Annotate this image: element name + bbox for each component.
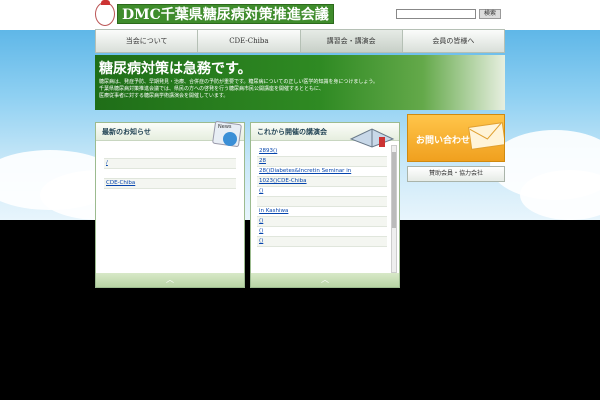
news-panel: 最新のお知らせ News / CDE-Chiba ︿ [95, 121, 245, 288]
envelope-icon [468, 122, 504, 150]
events-scroll-up-button[interactable]: ︿ [251, 273, 399, 287]
events-panel: これから開催の講演会 2893() 28 28()Diabetes&Incret… [250, 122, 400, 288]
hero-line: 医療従事者に対する糖尿病学術講演会を開催しています。 [99, 93, 229, 99]
search-button[interactable]: 検索 [479, 9, 501, 19]
nav-item-members[interactable]: 会員の皆様へ [403, 30, 504, 52]
event-item[interactable]: () [257, 227, 387, 237]
event-item[interactable]: 28 [257, 157, 387, 167]
hero-line: 糖尿病は、発症予防、早期発見・治療、合併症の予防が重要です。糖尿病についての正し… [99, 79, 379, 85]
contact-label: お問い合わせ [416, 136, 471, 146]
logo-text: DMC千葉県糖尿病対策推進会議 [117, 4, 334, 24]
contact-button[interactable]: お問い合わせ [407, 114, 505, 162]
search-input[interactable] [396, 9, 476, 19]
site-logo[interactable]: DMC千葉県糖尿病対策推進会議 [95, 0, 334, 26]
events-scroll-thumb[interactable] [392, 152, 396, 228]
news-badge: News [218, 124, 232, 130]
sponsor-link[interactable]: 賛助会員・協力会社 [407, 166, 505, 182]
news-scroll-up-button[interactable]: ︿ [96, 273, 244, 287]
nav-item-seminars[interactable]: 講習会・講演会 [300, 30, 403, 52]
event-item[interactable]: () [257, 217, 387, 227]
news-item[interactable] [104, 149, 236, 159]
main-nav: 当会について CDE-Chiba 講習会・講演会 会員の皆様へ [95, 29, 505, 53]
hero-title: 糖尿病対策は急務です。 [99, 61, 252, 77]
event-item[interactable]: () [257, 237, 387, 247]
hero-text: 糖尿病は、発症予防、早期発見・治療、合併症の予防が重要です。糖尿病についての正し… [99, 79, 449, 100]
event-item[interactable]: () [257, 187, 387, 197]
hero-banner: 糖尿病対策は急務です。 糖尿病は、発症予防、早期発見・治療、合併症の予防が重要で… [95, 55, 505, 110]
news-item[interactable]: CDE-Chiba [104, 179, 236, 189]
news-item[interactable]: / [104, 159, 236, 169]
events-scrollbar[interactable] [391, 145, 397, 273]
hero-line: 千葉県糖尿病対策推進会議では、県民の方への啓発を行う糖尿病市民公開講座を開催する… [99, 86, 324, 92]
nav-item-cde-chiba[interactable]: CDE-Chiba [198, 30, 301, 52]
news-item[interactable] [104, 169, 236, 179]
book-icon [349, 128, 395, 148]
event-item[interactable]: 1023()CDE-Chiba [257, 177, 387, 187]
mascot-icon [95, 0, 115, 26]
event-item[interactable]: in Kashiwa [257, 207, 387, 217]
event-item[interactable] [257, 197, 387, 207]
event-item[interactable]: 28()Diabetes&Incretin Seminar in [257, 167, 387, 177]
nav-item-about[interactable]: 当会について [96, 30, 199, 52]
news-icon: News [212, 121, 242, 147]
